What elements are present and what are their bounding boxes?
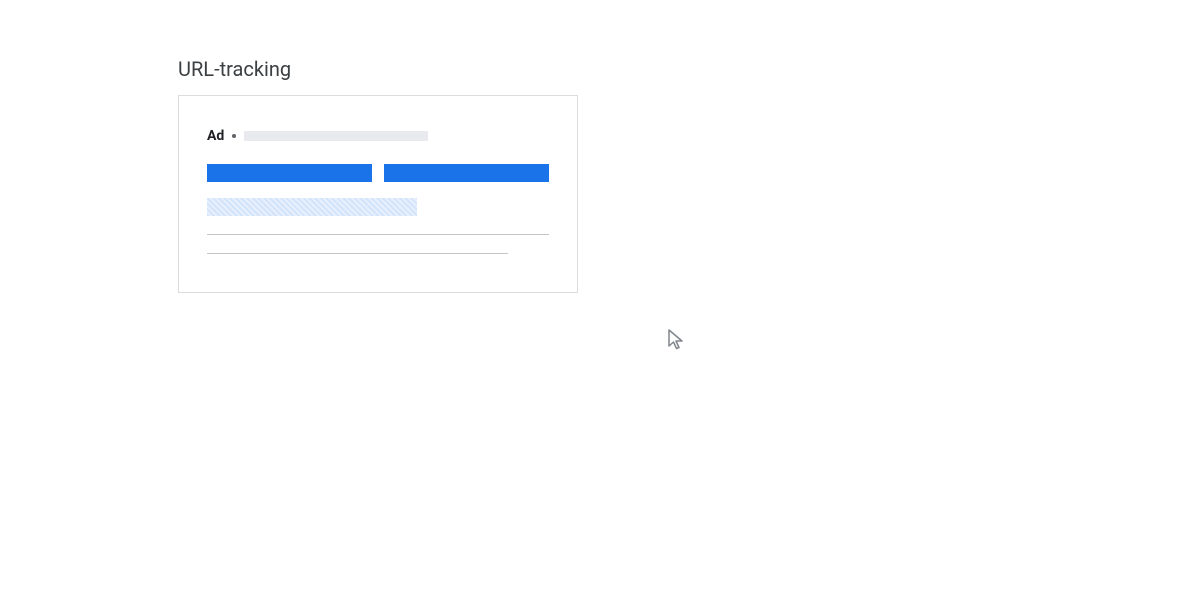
ad-headline-block-2 xyxy=(384,164,549,182)
ad-description-line-1 xyxy=(207,234,549,235)
ad-preview-card: Ad xyxy=(178,95,578,293)
cursor-icon xyxy=(666,328,688,356)
url-tracking-highlight-bar xyxy=(207,198,417,216)
section-title: URL-tracking xyxy=(178,57,291,81)
ad-headline-row xyxy=(207,164,549,182)
separator-dot-icon xyxy=(232,134,236,138)
ad-description-line-2 xyxy=(207,253,508,254)
ad-headline-block-1 xyxy=(207,164,372,182)
ad-url-row: Ad xyxy=(207,128,549,144)
ad-url-placeholder xyxy=(244,131,428,141)
ad-label: Ad xyxy=(207,128,224,144)
